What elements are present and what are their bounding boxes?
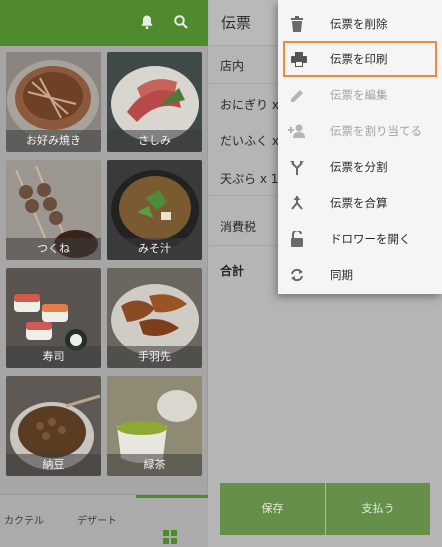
menu-item-label: ドロワーを開く: [330, 232, 411, 246]
category-tabs: カクテル デザート: [0, 494, 208, 547]
product-tile-okonomiyaki[interactable]: お好み焼き: [6, 52, 101, 152]
ticket-item[interactable]: 天ぷら x 1: [220, 170, 278, 187]
menu-item-merge-ticket[interactable]: 伝票を合算: [278, 185, 442, 221]
product-toolbar: [0, 0, 208, 46]
person-add-icon: [288, 122, 306, 140]
tab-grid-view[interactable]: [136, 495, 208, 547]
bell-icon[interactable]: [137, 12, 157, 32]
product-tile-natto[interactable]: 納豆: [6, 376, 101, 476]
product-label: みそ汁: [107, 238, 202, 260]
menu-item-print-ticket[interactable]: 伝票を印刷: [283, 41, 437, 77]
menu-item-sync[interactable]: 同期: [278, 257, 442, 293]
sync-icon: [288, 266, 306, 284]
product-panel: お好み焼き さしみ つくね みそ汁 寿司 手羽先 納豆 緑茶 カクテル デザート: [0, 0, 208, 547]
trash-icon: [288, 15, 306, 33]
menu-item-label: 同期: [330, 268, 353, 282]
merge-icon: [288, 194, 306, 212]
tab-cocktail[interactable]: カクテル: [0, 495, 48, 547]
save-button[interactable]: 保存: [220, 483, 325, 535]
product-label: 緑茶: [107, 454, 202, 476]
menu-item-label: 伝票を合算: [330, 196, 388, 210]
menu-item-split-ticket[interactable]: 伝票を分割: [278, 149, 442, 185]
product-label: 納豆: [6, 454, 101, 476]
ticket-item[interactable]: だいふく x: [220, 132, 279, 149]
search-icon[interactable]: [171, 12, 191, 32]
tab-dessert[interactable]: デザート: [68, 495, 126, 547]
menu-item-label: 伝票を編集: [330, 88, 388, 102]
product-tile-misoshiru[interactable]: みそ汁: [107, 160, 202, 260]
product-label: さしみ: [107, 130, 202, 152]
menu-item-label: 伝票を削除: [330, 17, 388, 31]
product-label: 手羽先: [107, 346, 202, 368]
product-label: つくね: [6, 238, 101, 260]
menu-item-label: 伝票を割り当てる: [330, 124, 422, 138]
product-grid: お好み焼き さしみ つくね みそ汁 寿司 手羽先 納豆 緑茶: [6, 52, 202, 482]
grid-icon: [163, 515, 177, 547]
ticket-actions-menu: 伝票を削除 伝票を印刷 伝票を編集 伝票を割り当てる 伝票を分割 伝票を合算 ド…: [278, 0, 442, 294]
pay-button[interactable]: 支払う: [326, 483, 430, 535]
printer-icon: [290, 50, 308, 68]
product-tile-tebasaki[interactable]: 手羽先: [107, 268, 202, 368]
product-label: お好み焼き: [6, 130, 101, 152]
product-tile-sushi[interactable]: 寿司: [6, 268, 101, 368]
ticket-title: 伝票: [221, 14, 252, 32]
product-tile-sashimi[interactable]: さしみ: [107, 52, 202, 152]
menu-item-label: 伝票を分割: [330, 160, 388, 174]
product-tile-ryokucha[interactable]: 緑茶: [107, 376, 202, 476]
menu-item-open-drawer[interactable]: ドロワーを開く: [278, 221, 442, 257]
ticket-item[interactable]: おにぎり x: [220, 96, 279, 113]
total-label: 合計: [220, 264, 245, 278]
menu-item-delete-ticket[interactable]: 伝票を削除: [278, 6, 442, 42]
pencil-icon: [288, 86, 306, 104]
unlock-icon: [288, 230, 306, 248]
menu-item-assign-ticket[interactable]: 伝票を割り当てる: [278, 113, 442, 149]
menu-item-label: 伝票を印刷: [330, 52, 388, 66]
product-tile-tsukune[interactable]: つくね: [6, 160, 101, 260]
menu-item-edit-ticket[interactable]: 伝票を編集: [278, 77, 442, 113]
dine-type-label: 店内: [220, 59, 245, 73]
product-label: 寿司: [6, 346, 101, 368]
tax-label: 消費税: [220, 220, 257, 234]
split-icon: [288, 158, 306, 176]
